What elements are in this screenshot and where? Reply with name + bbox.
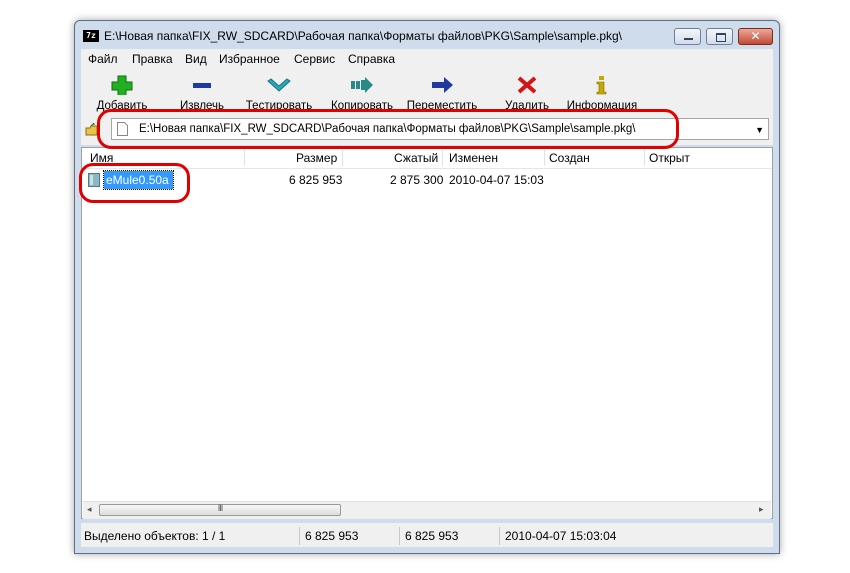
minimize-button[interactable] (674, 28, 701, 45)
menu-view[interactable]: Вид (185, 52, 207, 66)
file-list[interactable]: Имя Размер Сжатый Изменен Создан Открыт … (81, 147, 773, 519)
scroll-grip: III (217, 503, 224, 513)
status-selected: Выделено объектов: 1 / 1 (84, 529, 226, 543)
file-modified: 2010-04-07 15:03 (449, 173, 544, 187)
title-bar[interactable]: 7z E:\Новая папка\FIX_RW_SDCARD\Рабочая … (75, 21, 779, 49)
menu-bar: Файл Правка Вид Избранное Сервис Справка (81, 49, 773, 69)
close-button[interactable]: ✕ (738, 28, 773, 45)
column-packed[interactable]: Сжатый (394, 151, 438, 165)
check-icon (267, 78, 291, 92)
scroll-left-icon[interactable]: ◂ (87, 504, 92, 515)
status-date: 2010-04-07 15:03:04 (505, 529, 617, 543)
move-arrow-icon (432, 77, 453, 93)
status-bar: Выделено объектов: 1 / 1 6 825 953 6 825… (81, 523, 773, 547)
close-icon: ✕ (750, 29, 761, 43)
column-accessed[interactable]: Открыт (649, 151, 690, 165)
menu-favorites[interactable]: Избранное (219, 52, 280, 66)
horizontal-scrollbar[interactable]: ◂ III ▸ (83, 501, 771, 519)
menu-tools[interactable]: Сервис (294, 52, 335, 66)
column-divider[interactable] (244, 150, 245, 166)
column-modified[interactable]: Изменен (449, 151, 498, 165)
copy-arrow-icon (351, 77, 373, 93)
app-7zip-icon: 7z (83, 30, 99, 42)
column-size[interactable]: Размер (296, 151, 337, 165)
file-highlight (79, 163, 190, 203)
maximize-button[interactable] (706, 28, 733, 45)
address-highlight (97, 109, 679, 149)
status-divider (299, 527, 300, 545)
minus-icon (193, 83, 211, 88)
menu-file[interactable]: Файл (88, 52, 118, 66)
plus-icon (111, 75, 133, 95)
archive-window: 7z E:\Новая папка\FIX_RW_SDCARD\Рабочая … (74, 20, 780, 554)
column-divider[interactable] (342, 150, 343, 166)
column-divider[interactable] (544, 150, 545, 166)
status-total: 6 825 953 (405, 529, 459, 543)
status-divider (399, 527, 400, 545)
column-divider[interactable] (442, 150, 443, 166)
file-packed-size: 2 875 300 (390, 173, 444, 187)
scroll-right-icon[interactable]: ▸ (759, 504, 764, 515)
menu-edit[interactable]: Правка (132, 52, 173, 66)
delete-x-icon (517, 76, 537, 94)
minimize-icon (684, 38, 693, 40)
column-divider[interactable] (644, 150, 645, 166)
file-size: 6 825 953 (289, 173, 343, 187)
status-divider (499, 527, 500, 545)
info-icon (596, 76, 607, 95)
scroll-thumb[interactable]: III (99, 503, 341, 516)
window-title: E:\Новая папка\FIX_RW_SDCARD\Рабочая пап… (104, 29, 623, 43)
menu-help[interactable]: Справка (348, 52, 395, 66)
column-created[interactable]: Создан (549, 151, 590, 165)
status-size: 6 825 953 (305, 529, 359, 543)
maximize-icon (716, 33, 726, 42)
chevron-down-icon[interactable]: ▼ (755, 125, 764, 135)
